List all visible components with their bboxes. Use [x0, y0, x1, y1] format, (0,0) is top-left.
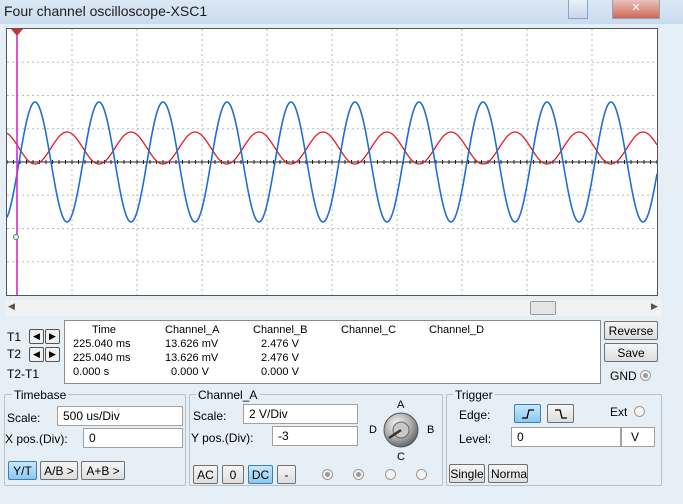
header-channel-c: Channel_C: [341, 324, 397, 336]
single-trigger-button[interactable]: Single: [449, 464, 485, 483]
scroll-right-icon[interactable]: ▶: [651, 301, 658, 312]
channel-scale-field[interactable]: 2 V/Div: [243, 404, 358, 424]
t2-left-arrow-icon[interactable]: ◀: [29, 347, 44, 362]
zero-coupling-button[interactable]: 0: [222, 465, 244, 484]
t1-time: 225.040 ms: [73, 338, 131, 350]
delta-channel-b: 0.000 V: [261, 366, 299, 378]
gnd-terminal-icon[interactable]: [640, 370, 651, 381]
trigger-level-unit[interactable]: V: [621, 427, 655, 447]
oscilloscope-screen[interactable]: [6, 28, 658, 296]
cursor-t1-marker: [11, 29, 23, 36]
delta-time: 0.000 s: [73, 366, 110, 378]
t1-right-arrow-icon[interactable]: ▶: [45, 329, 60, 344]
t2-channel-a: 13.626 mV: [165, 352, 219, 364]
t2-label: T2: [7, 347, 22, 361]
t1-channel-b: 2.476 V: [261, 338, 299, 350]
minimize-button[interactable]: [568, 0, 588, 19]
t2-time: 225.040 ms: [73, 352, 131, 364]
knob-label-b: B: [427, 424, 435, 436]
cursor-readout-table: Time Channel_A Channel_B Channel_C Chann…: [64, 320, 601, 384]
knob-label-d: D: [369, 424, 377, 436]
gnd-label: GND: [610, 369, 637, 383]
timebase-scale-field[interactable]: 500 us/Div: [57, 406, 183, 426]
a-plus-b-mode-button[interactable]: A+B >: [81, 461, 125, 480]
knob-label-c: C: [397, 451, 405, 463]
channel-radio-2[interactable]: [353, 469, 364, 480]
falling-edge-icon: [554, 409, 567, 419]
yt-mode-button[interactable]: Y/T: [8, 461, 37, 480]
ab-mode-button[interactable]: A/B >: [40, 461, 78, 480]
trigger-level-field[interactable]: 0: [511, 427, 621, 447]
save-button[interactable]: Save: [604, 343, 658, 362]
waveform-display: [6, 29, 658, 295]
edge-label: Edge:: [459, 408, 491, 422]
title-bar: Four channel oscilloscope-XSC1 ✕: [0, 0, 683, 24]
header-channel-b: Channel_B: [253, 324, 308, 336]
xpos-label: X pos.(Div):: [5, 432, 68, 446]
timebase-scale-label: Scale:: [7, 411, 41, 425]
timebase-title: Timebase: [12, 388, 69, 402]
channel-radio-3[interactable]: [385, 469, 396, 480]
ac-coupling-button[interactable]: AC: [193, 465, 218, 484]
t1-left-arrow-icon[interactable]: ◀: [29, 329, 44, 344]
header-channel-a: Channel_A: [165, 324, 220, 336]
trigger-title: Trigger: [453, 388, 495, 402]
ext-trigger-terminal-icon[interactable]: [634, 406, 645, 417]
screen-scrollbar[interactable]: ◀ ▶: [6, 300, 662, 316]
header-channel-d: Channel_D: [429, 324, 485, 336]
t1-label: T1: [7, 330, 22, 344]
channel-a-ground-marker: [13, 234, 19, 240]
scroll-left-icon[interactable]: ◀: [8, 301, 15, 312]
ypos-label: Y pos.(Div):: [191, 431, 254, 445]
rising-edge-button[interactable]: [514, 404, 541, 423]
scroll-thumb[interactable]: [530, 301, 556, 315]
channel-title: Channel_A: [196, 388, 260, 402]
invert-button[interactable]: -: [277, 465, 296, 484]
normal-trigger-button[interactable]: Norma: [488, 464, 528, 483]
header-time: Time: [92, 324, 117, 336]
xpos-field[interactable]: 0: [83, 428, 183, 448]
level-label: Level:: [459, 432, 492, 446]
delta-channel-a: 0.000 V: [171, 366, 209, 378]
t1-channel-a: 13.626 mV: [165, 338, 219, 350]
channel-scale-label: Scale:: [193, 409, 227, 423]
dc-coupling-button[interactable]: DC: [248, 465, 273, 484]
window-title: Four channel oscilloscope-XSC1: [4, 3, 208, 19]
falling-edge-button[interactable]: [547, 404, 574, 423]
channel-radio-4[interactable]: [416, 469, 427, 480]
t2-right-arrow-icon[interactable]: ▶: [45, 347, 60, 362]
t2-channel-b: 2.476 V: [261, 352, 299, 364]
close-button[interactable]: ✕: [612, 0, 660, 19]
channel-selector-knob-icon[interactable]: [381, 410, 421, 450]
t2-t1-label: T2-T1: [7, 367, 40, 381]
rising-edge-icon: [521, 409, 534, 419]
ypos-field[interactable]: -3: [272, 426, 358, 446]
channel-radio-1[interactable]: [322, 469, 333, 480]
ext-label: Ext: [610, 405, 628, 419]
reverse-button[interactable]: Reverse: [604, 321, 658, 340]
